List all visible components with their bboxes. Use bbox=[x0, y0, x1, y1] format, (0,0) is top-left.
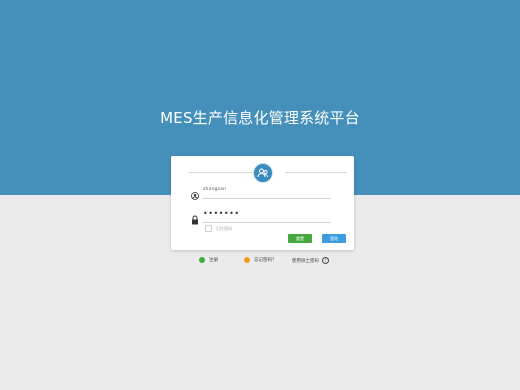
remember-checkbox[interactable] bbox=[205, 225, 212, 232]
footer-links: 注册 忘记密码？ 使用除土密码 ? bbox=[0, 257, 520, 267]
forgot-label: 忘记密码？ bbox=[254, 258, 277, 263]
page-title: MES生产信息化管理系统平台 bbox=[160, 109, 360, 127]
forgot-dot-icon bbox=[244, 257, 250, 263]
password-field[interactable]: ••••••• bbox=[191, 209, 330, 225]
register-link[interactable]: 注册 bbox=[199, 257, 218, 263]
help-link[interactable]: 使用除土密码 ? bbox=[292, 257, 329, 264]
username-field[interactable]: zhangsan bbox=[191, 186, 330, 200]
login-card: zhangsan ••••••• 记住密码 重置 登陆 bbox=[171, 156, 354, 250]
divider-right bbox=[285, 172, 347, 173]
reset-button[interactable]: 重置 bbox=[288, 234, 312, 243]
login-button[interactable]: 登陆 bbox=[322, 234, 346, 243]
remember-password[interactable]: 记住密码 bbox=[205, 225, 232, 232]
divider-left bbox=[188, 172, 255, 173]
help-label: 使用除土密码 bbox=[292, 258, 319, 264]
username-input[interactable]: zhangsan bbox=[203, 187, 226, 192]
remember-label: 记住密码 bbox=[216, 225, 232, 231]
forgot-password-link[interactable]: 忘记密码？ bbox=[244, 257, 277, 263]
help-circle-icon: ? bbox=[322, 257, 329, 264]
users-avatar-icon bbox=[253, 163, 273, 183]
lock-icon bbox=[191, 210, 199, 225]
user-icon bbox=[191, 186, 199, 200]
password-input[interactable]: ••••••• bbox=[203, 209, 240, 218]
password-underline bbox=[203, 222, 330, 223]
register-label: 注册 bbox=[209, 258, 218, 263]
username-underline bbox=[203, 198, 330, 199]
register-dot-icon bbox=[199, 257, 205, 263]
